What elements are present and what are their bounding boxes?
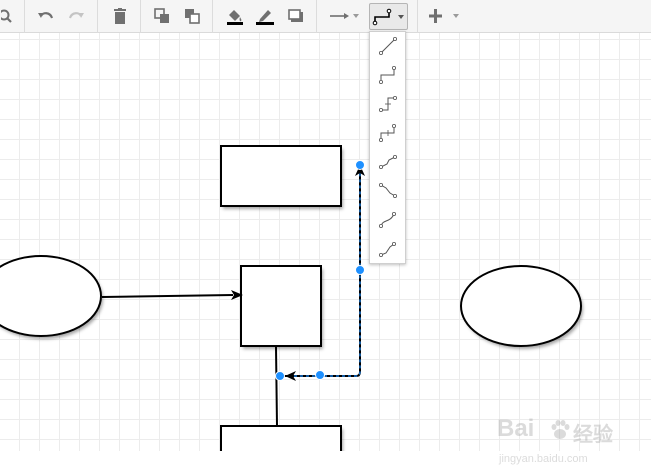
line-color-button[interactable] — [254, 4, 276, 28]
connector-edge-bottom[interactable] — [275, 346, 278, 427]
plus-icon — [429, 9, 459, 23]
toolbar-divider — [316, 0, 317, 33]
to-front-button[interactable] — [151, 4, 173, 28]
undo-icon — [38, 12, 54, 19]
diagram-canvas[interactable]: Bai 经验 jingyan.baidu.com — [0, 33, 651, 465]
waypoint-vertical-elbow-option[interactable] — [370, 119, 405, 147]
redo-icon — [68, 12, 84, 19]
delete-button[interactable] — [109, 4, 131, 28]
rectangle-shape-top[interactable] — [220, 145, 342, 207]
waypoint-horizontal-elbow-option[interactable] — [370, 90, 405, 118]
rectangle-shape-bottom[interactable] — [220, 425, 342, 451]
edge-handle-mid-horizontal[interactable] — [315, 370, 325, 380]
undo-button[interactable] — [35, 4, 57, 28]
diagram — [0, 145, 582, 451]
pencil-icon — [256, 10, 274, 25]
edge-handle-end[interactable] — [355, 160, 365, 170]
ellipse-shape-right[interactable] — [460, 265, 582, 347]
entity-relation-icon — [378, 242, 396, 257]
curved-edge-icon — [378, 212, 396, 228]
watermark: Bai 经验 jingyan.baidu.com — [497, 415, 627, 475]
to-back-icon — [185, 9, 200, 24]
waypoints-menu — [369, 31, 406, 264]
horizontal-elbow-icon — [378, 96, 397, 112]
redo-button[interactable] — [65, 4, 87, 28]
waypoint-straight-option[interactable] — [370, 32, 405, 60]
waypoint-orthogonal-option[interactable] — [370, 61, 405, 89]
edge-handle-mid-vertical[interactable] — [355, 265, 365, 275]
paint-bucket-icon — [227, 10, 243, 25]
connection-style-button[interactable] — [328, 4, 362, 28]
to-back-button[interactable] — [181, 4, 203, 28]
connector-edge-left[interactable] — [101, 290, 243, 300]
paw-logo-icon — [551, 420, 570, 439]
fill-color-button[interactable] — [224, 4, 246, 28]
toolbar-divider — [24, 0, 25, 33]
watermark-url: jingyan.baidu.com — [499, 453, 588, 465]
vertical-elbow-icon — [378, 123, 396, 142]
orthogonal-edge-icon — [378, 65, 396, 84]
ellipse-shape-left[interactable] — [0, 255, 102, 337]
arrow-right-icon — [330, 13, 359, 19]
isometric-vertical-icon — [378, 183, 397, 198]
to-front-icon — [154, 8, 169, 23]
zoom-out-button[interactable] — [0, 4, 16, 28]
trash-icon — [114, 8, 126, 24]
waypoint-isometric-vertical-option[interactable] — [370, 177, 405, 205]
toolbar — [0, 0, 651, 33]
square-shape-center[interactable] — [240, 265, 322, 347]
waypoints-button[interactable] — [369, 3, 408, 30]
waypoint-isometric-horizontal-option[interactable] — [370, 148, 405, 176]
toolbar-divider — [97, 0, 98, 33]
edge-handle-start[interactable] — [275, 371, 285, 381]
waypoint-curved-option[interactable] — [370, 206, 405, 234]
toolbar-divider — [140, 0, 141, 33]
toolbar-divider — [417, 0, 418, 33]
waypoint-entity-relation-option[interactable] — [370, 235, 405, 263]
magnifier-icon — [1, 9, 12, 23]
orthogonal-edge-icon — [372, 8, 404, 25]
insert-button[interactable] — [428, 4, 462, 28]
shadow-button[interactable] — [285, 4, 307, 28]
isometric-horizontal-icon — [378, 155, 397, 169]
shadow-icon — [288, 9, 303, 22]
watermark-text: Bai — [497, 415, 535, 442]
toolbar-divider — [212, 0, 213, 33]
straight-edge-icon — [378, 36, 397, 55]
watermark-text-2: 经验 — [573, 424, 613, 446]
